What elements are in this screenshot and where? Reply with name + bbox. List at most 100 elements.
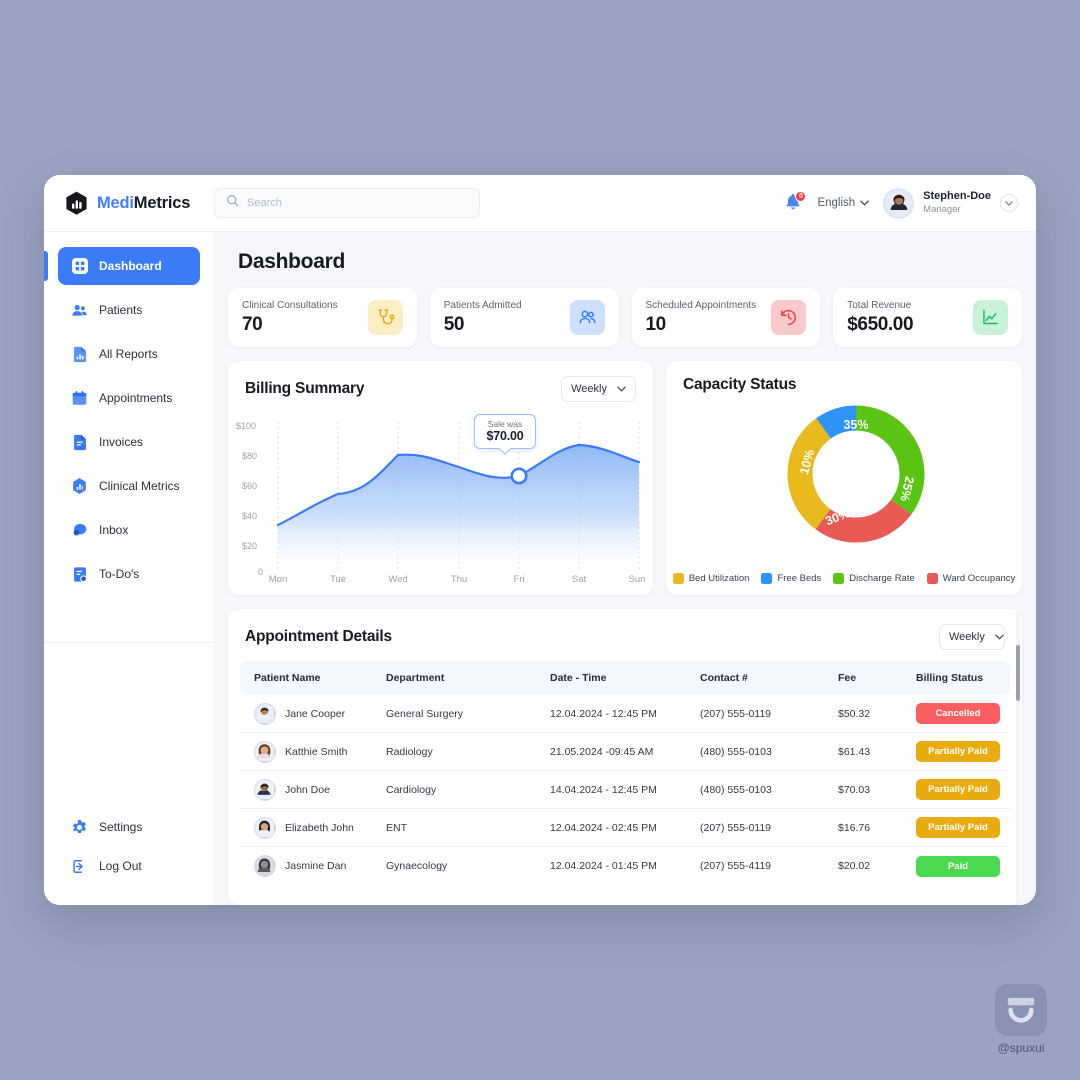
charts-row: Billing Summary Weekly $100 $80 $60 $40 …: [228, 361, 1022, 595]
patient-name: Katthie Smith: [285, 745, 348, 758]
user-menu-toggle[interactable]: [1000, 194, 1018, 212]
search-box[interactable]: [214, 188, 480, 218]
avatar: [883, 187, 915, 219]
legend-swatch: [926, 573, 938, 584]
language-selector[interactable]: English: [817, 197, 869, 209]
legend-swatch: [833, 573, 845, 584]
column-header-fee: Fee: [838, 672, 857, 684]
table-body: Jane Cooper General Surgery 12.04.2024 -…: [240, 695, 1010, 885]
column-header-patient-name: Patient Name: [254, 672, 321, 684]
user-profile[interactable]: Stephen-Doe Manager: [883, 187, 1018, 219]
chevron-down-icon: [995, 631, 1004, 643]
user-name: Stephen-Doe: [923, 190, 991, 203]
clock-history-icon: [771, 300, 807, 335]
sidebar-item-invoices[interactable]: Invoices: [58, 423, 200, 461]
kpi-text: Scheduled Appointments 10: [646, 300, 757, 336]
legend-item-bed-utilization: Bed Utilization: [672, 573, 749, 584]
table-row[interactable]: Elizabeth John ENT 12.04.2024 - 02:45 PM…: [240, 809, 1010, 847]
capacity-title: Capacity Status: [683, 376, 797, 393]
sidebar-item-label: To-Do's: [99, 567, 140, 581]
appointments-range-select[interactable]: Weekly: [939, 624, 1005, 650]
status-badge[interactable]: Cancelled: [916, 703, 1000, 724]
sidebar-item-settings[interactable]: Settings: [58, 809, 200, 845]
table-row[interactable]: Jane Cooper General Surgery 12.04.2024 -…: [240, 695, 1010, 733]
user-role: Manager: [923, 203, 961, 215]
kpi-value: $650.00: [847, 313, 914, 335]
billing-card-header: Billing Summary Weekly: [228, 361, 653, 408]
patient-name: Jane Cooper: [285, 707, 346, 720]
cell-contact: (480) 555-0103: [700, 745, 772, 758]
search-icon: [226, 194, 239, 212]
watermark: @spuxui: [995, 984, 1047, 1055]
people-icon: [569, 300, 605, 335]
sidebar-item-all-reports[interactable]: All Reports: [58, 335, 200, 373]
app-body: Dashboard Patients All Reports Appointme…: [44, 232, 1036, 905]
cell-billing-status: Cancelled: [916, 703, 1010, 724]
cell-contact: (207) 555-0119: [700, 821, 772, 834]
sidebar: Dashboard Patients All Reports Appointme…: [44, 232, 214, 905]
sidebar-item-log-out[interactable]: Log Out: [58, 848, 200, 884]
sidebar-item-patients[interactable]: Patients: [58, 291, 200, 329]
x-tick-sat: Sat: [571, 574, 587, 585]
cell-date-time: 21.05.2024 -09:45 AM: [550, 745, 654, 758]
column-header-billing-status: Billing Status: [916, 672, 984, 684]
spuxui-logo-icon: [995, 984, 1047, 1036]
cell-billing-status: Partially Paid: [916, 741, 1010, 762]
sidebar-nav: Dashboard Patients All Reports Appointme…: [44, 244, 214, 596]
kpi-card-scheduled-appointments[interactable]: Scheduled Appointments 10: [631, 288, 821, 347]
chevron-down-icon: [617, 383, 626, 395]
table-row[interactable]: Jasmine Dan Gynaecology 12.04.2024 - 01:…: [240, 847, 1010, 885]
grid-icon: [71, 258, 88, 275]
sidebar-item-clinical-metrics[interactable]: Clinical Metrics: [58, 467, 200, 505]
tooltip-label: Sale was: [487, 419, 523, 429]
kpi-value: 70: [242, 313, 263, 335]
kpi-label: Clinical Consultations: [242, 299, 338, 311]
table-row[interactable]: Katthie Smith Radiology 21.05.2024 -09:4…: [240, 733, 1010, 771]
kpi-label: Patients Admitted: [443, 299, 522, 311]
search-input[interactable]: [247, 197, 468, 209]
notifications-button[interactable]: 0: [783, 191, 807, 214]
table-row[interactable]: John Doe Cardiology 14.04.2024 - 12:45 P…: [240, 771, 1010, 809]
sidebar-item-to-dos[interactable]: To-Do's: [58, 555, 200, 593]
column-header-department: Department: [386, 672, 445, 684]
kpi-card-clinical-consultations[interactable]: Clinical Consultations 70: [228, 288, 417, 347]
legend-item-free-beds: Free Beds: [761, 573, 821, 584]
cell-department: General Surgery: [386, 707, 464, 720]
report-icon: [71, 346, 88, 363]
kpi-text: Total Revenue $650.00: [847, 300, 913, 336]
sidebar-item-label: Invoices: [99, 435, 144, 449]
language-label: English: [817, 197, 856, 209]
avatar: [254, 855, 276, 877]
billing-range-select[interactable]: Weekly: [561, 376, 636, 402]
cell-date-time: 12.04.2024 - 12:45 PM: [550, 707, 657, 720]
kpi-row: Clinical Consultations 70 Patients Admit…: [228, 288, 1022, 347]
invoice-icon: [71, 434, 88, 451]
cell-contact: (207) 555-4119: [700, 860, 772, 872]
status-badge[interactable]: Partially Paid: [916, 779, 1000, 800]
capacity-donut-chart: 35% 25% 30% 10%: [666, 400, 1022, 550]
sidebar-item-appointments[interactable]: Appointments: [58, 379, 200, 417]
table-scrollbar-thumb[interactable]: [1016, 645, 1020, 701]
status-badge[interactable]: Partially Paid: [916, 741, 1000, 762]
legend-swatch: [761, 573, 773, 584]
brand-logo[interactable]: MediMetrics: [44, 191, 214, 216]
status-badge[interactable]: Paid: [916, 855, 1000, 877]
status-badge[interactable]: Partially Paid: [916, 817, 1000, 838]
billing-summary-card: Billing Summary Weekly $100 $80 $60 $40 …: [228, 361, 653, 595]
kpi-card-total-revenue[interactable]: Total Revenue $650.00: [833, 288, 1022, 347]
users-icon: [71, 302, 88, 319]
sidebar-item-inbox[interactable]: Inbox: [58, 511, 200, 549]
cell-billing-status: Partially Paid: [916, 817, 1010, 838]
todo-icon: [71, 566, 88, 583]
main-content: Dashboard Clinical Consultations 70 Pati…: [214, 232, 1036, 905]
kpi-card-patients-admitted[interactable]: Patients Admitted 50: [429, 288, 619, 347]
cell-date-time: 12.04.2024 - 02:45 PM: [550, 821, 657, 834]
x-tick-wed: Wed: [388, 574, 408, 585]
metrics-icon: [71, 478, 88, 495]
cell-patient-name: Katthie Smith: [240, 740, 386, 763]
avatar: [254, 778, 276, 801]
screenshot-canvas: MediMetrics 0: [0, 0, 1080, 1080]
sidebar-item-dashboard[interactable]: Dashboard: [44, 247, 200, 285]
legend-label: Ward Occupancy: [942, 573, 1016, 584]
avatar: [254, 702, 276, 725]
